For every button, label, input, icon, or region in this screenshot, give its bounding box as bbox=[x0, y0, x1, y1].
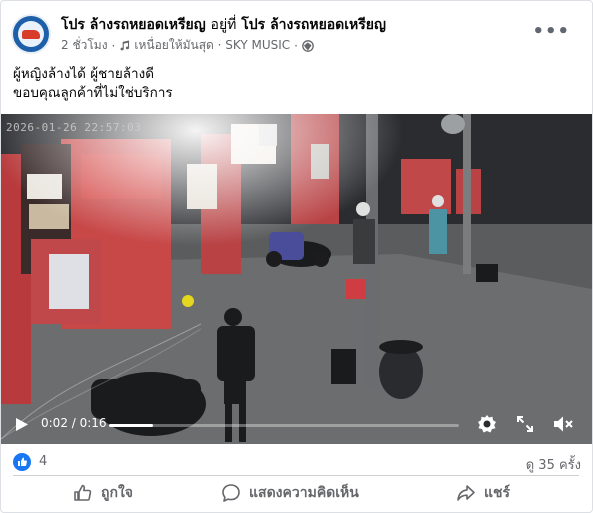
caption-line: ผู้หญิงล้างได้ ผู้ชายล้างดี bbox=[13, 66, 154, 82]
page-avatar[interactable] bbox=[11, 14, 51, 54]
fullscreen-icon[interactable] bbox=[515, 414, 535, 434]
video-player[interactable]: 2026-01-26 22:57:03 0:02 / 0:16 bbox=[1, 114, 592, 444]
play-icon[interactable] bbox=[15, 417, 29, 432]
post-time[interactable]: 2 ชั่วโมง bbox=[61, 36, 108, 55]
comment-icon bbox=[222, 484, 240, 502]
page-name-link[interactable]: โปร ล้างรถหยอดเหรียญ bbox=[61, 17, 206, 33]
post-header: โปร ล้างรถหยอดเหรียญ อยู่ที่ โปร ล้างรถห… bbox=[61, 14, 386, 36]
globe-icon bbox=[302, 39, 314, 52]
thumbs-up-icon bbox=[74, 484, 92, 501]
comment-label: แสดงความคิดเห็น bbox=[249, 485, 359, 501]
share-button[interactable]: แชร์ bbox=[456, 481, 510, 505]
video-time: 0:02 / 0:16 bbox=[41, 416, 107, 430]
like-count[interactable]: 4 bbox=[39, 454, 47, 469]
gear-icon[interactable] bbox=[477, 414, 497, 434]
reaction-stats: 4 ดู 35 ครั้ง bbox=[13, 453, 581, 473]
post-meta: 2 ชั่วโมง · เหนื่อยให้มันสุด · SKY MUSIC… bbox=[61, 36, 314, 55]
post-card: โปร ล้างรถหยอดเหรียญ อยู่ที่ โปร ล้างรถห… bbox=[0, 0, 593, 513]
video-progress-fill bbox=[109, 424, 153, 427]
cctv-scene bbox=[1, 114, 592, 444]
video-controls: 0:02 / 0:16 bbox=[1, 404, 592, 444]
like-reaction-icon[interactable] bbox=[13, 453, 31, 471]
location-link[interactable]: โปร ล้างรถหยอดเหรียญ bbox=[241, 17, 386, 33]
share-label: แชร์ bbox=[484, 485, 511, 501]
volume-muted-icon[interactable] bbox=[552, 414, 574, 434]
divider bbox=[13, 475, 579, 476]
caption-line: ขอบคุณลูกค้าที่ไม่ใช่บริการ bbox=[13, 85, 173, 101]
post-caption: ผู้หญิงล้างได้ ผู้ชายล้างดี ขอบคุณลูกค้า… bbox=[13, 65, 173, 103]
cctv-timestamp: 2026-01-26 22:57:03 bbox=[6, 121, 142, 134]
video-progress-bar[interactable] bbox=[109, 424, 459, 427]
comment-button[interactable]: แสดงความคิดเห็น bbox=[221, 481, 359, 505]
music-note-icon bbox=[120, 40, 130, 51]
at-text: อยู่ที่ bbox=[210, 17, 237, 33]
view-count: ดู 35 ครั้ง bbox=[525, 458, 581, 473]
share-icon bbox=[457, 485, 475, 501]
music-credit[interactable]: เหนื่อยให้มันสุด · SKY MUSIC bbox=[134, 36, 290, 55]
like-button[interactable]: ถูกใจ bbox=[73, 481, 133, 505]
more-options-icon[interactable]: ••• bbox=[532, 21, 570, 42]
like-label: ถูกใจ bbox=[101, 485, 133, 501]
